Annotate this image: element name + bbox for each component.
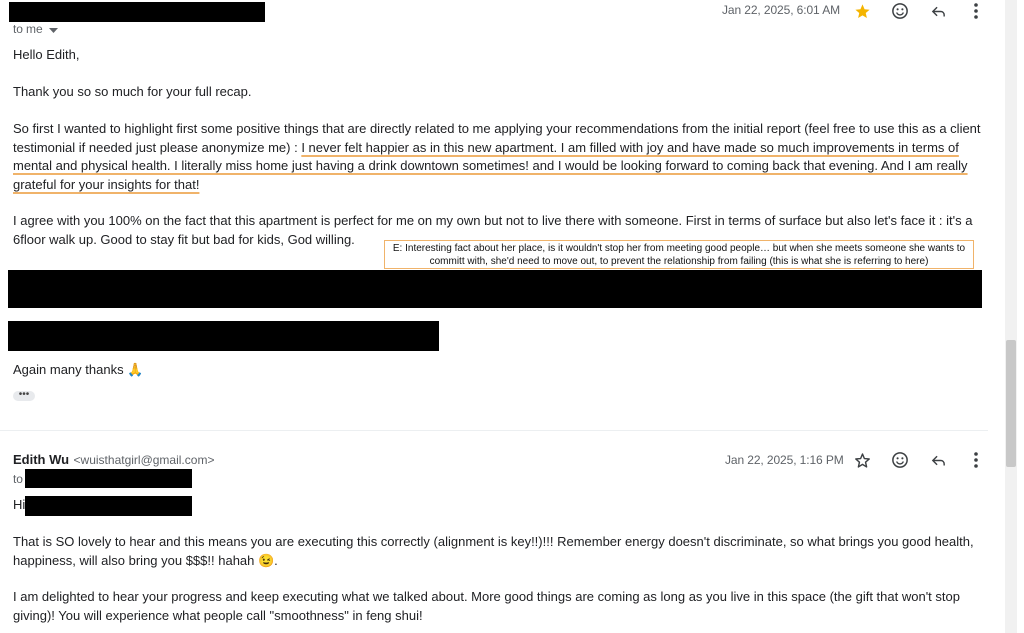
star-filled-icon[interactable] bbox=[851, 0, 873, 22]
closing-line: Again many thanks 🙏 bbox=[13, 362, 144, 377]
redacted-recipient bbox=[25, 469, 192, 488]
message-divider bbox=[0, 430, 988, 431]
redacted-block-1 bbox=[8, 270, 982, 308]
message-date: Jan 22, 2025, 6:01 AM bbox=[722, 3, 840, 17]
sender-line: Edith Wu <wuisthatgirl@gmail.com> bbox=[13, 451, 214, 469]
more-vert-icon[interactable] bbox=[965, 449, 987, 471]
paragraph-highlight: So first I wanted to highlight first som… bbox=[13, 120, 983, 194]
sender-email: <wuisthatgirl@gmail.com> bbox=[73, 453, 215, 467]
recipient-line-2[interactable]: to bbox=[13, 472, 23, 486]
message-date-2: Jan 22, 2025, 1:16 PM bbox=[725, 453, 844, 467]
emoji-icon[interactable] bbox=[889, 449, 911, 471]
paragraph-reply-2: I am delighted to hear your progress and… bbox=[13, 589, 960, 623]
redacted-sender bbox=[9, 2, 265, 22]
recipient-label: to me bbox=[13, 22, 43, 36]
greeting: Hello Edith, bbox=[13, 47, 80, 62]
paragraph-reply-1: That is SO lovely to hear and this means… bbox=[13, 534, 974, 568]
paragraph-thanks: Thank you so so much for your full recap… bbox=[13, 84, 252, 99]
show-trimmed-content-button[interactable]: ••• bbox=[13, 390, 35, 401]
scrollbar-thumb[interactable] bbox=[1006, 340, 1016, 467]
more-vert-icon[interactable] bbox=[965, 0, 987, 22]
sender-name[interactable]: Edith Wu bbox=[13, 452, 69, 467]
reply-icon[interactable] bbox=[927, 0, 949, 22]
recipient-line[interactable]: to me bbox=[13, 22, 58, 37]
annotation-box: E: Interesting fact about her place, is … bbox=[384, 240, 974, 269]
greeting-2: Hi bbox=[13, 497, 26, 512]
redacted-block-2 bbox=[8, 321, 439, 351]
chevron-down-icon[interactable] bbox=[48, 23, 58, 37]
redacted-greeting-name bbox=[25, 496, 192, 516]
emoji-icon[interactable] bbox=[889, 0, 911, 22]
star-outline-icon[interactable] bbox=[851, 449, 873, 471]
reply-icon[interactable] bbox=[927, 449, 949, 471]
scrollbar-track[interactable] bbox=[1005, 0, 1017, 633]
